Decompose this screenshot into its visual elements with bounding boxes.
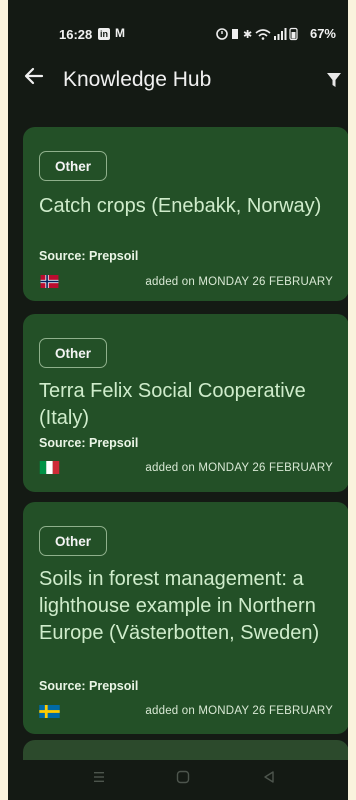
home-icon[interactable]	[176, 770, 190, 789]
norway-flag-icon	[40, 275, 59, 288]
next-card-partial[interactable]	[23, 740, 348, 760]
page-title: Knowledge Hub	[63, 68, 212, 91]
category-chip: Other	[39, 526, 108, 556]
svg-text:✱: ✱	[243, 28, 252, 41]
card-source: Source: Prepsoil	[39, 679, 139, 693]
card-title: Terra Felix Social Cooperative (Italy)	[39, 380, 306, 429]
status-bar: 16:28 in M ✱	[8, 0, 348, 66]
gmail-icon: M	[115, 26, 125, 40]
card-title: Soils in forest management: a lighthouse…	[39, 568, 320, 644]
filter-funnel-svg	[327, 73, 341, 87]
home-square-svg	[176, 770, 190, 784]
linkedin-icon: in	[98, 28, 110, 40]
battery-percent: 67%	[309, 26, 336, 41]
system-nav-bar	[8, 760, 348, 800]
filter-icon[interactable]	[326, 72, 342, 93]
back-arrow-svg	[24, 67, 44, 85]
recents-lines-svg	[94, 772, 104, 782]
sweden-flag-icon	[39, 705, 60, 718]
card-date: added on MONDAY 26 FEBRUARY	[145, 705, 333, 717]
italy-flag-icon	[39, 461, 60, 474]
recents-icon[interactable]	[92, 770, 106, 789]
card-date: added on MONDAY 26 FEBRUARY	[145, 462, 333, 474]
card-source: Source: Prepsoil	[39, 436, 139, 450]
category-chip: Other	[39, 151, 108, 181]
knowledge-card[interactable]: Other Soils in forest management: a ligh…	[23, 502, 348, 734]
app-bar: Knowledge Hub	[8, 62, 348, 98]
card-source: Source: Prepsoil	[39, 249, 139, 263]
back-arrow-icon[interactable]	[24, 64, 44, 94]
category-chip: Other	[39, 338, 108, 368]
back-triangle-icon[interactable]	[262, 770, 276, 789]
card-title: Catch crops (Enebakk, Norway)	[39, 195, 322, 217]
knowledge-card[interactable]: Other Terra Felix Social Cooperative (It…	[23, 314, 348, 492]
back-triangle-svg	[264, 771, 274, 783]
card-date: added on MONDAY 26 FEBRUARY	[145, 276, 333, 288]
phone-screen: 16:28 in M ✱ 67% Knowledge Hub Other Cat…	[8, 0, 348, 800]
knowledge-card[interactable]: Other Catch crops (Enebakk, Norway) Sour…	[23, 127, 348, 301]
status-time: 16:28	[59, 27, 93, 42]
